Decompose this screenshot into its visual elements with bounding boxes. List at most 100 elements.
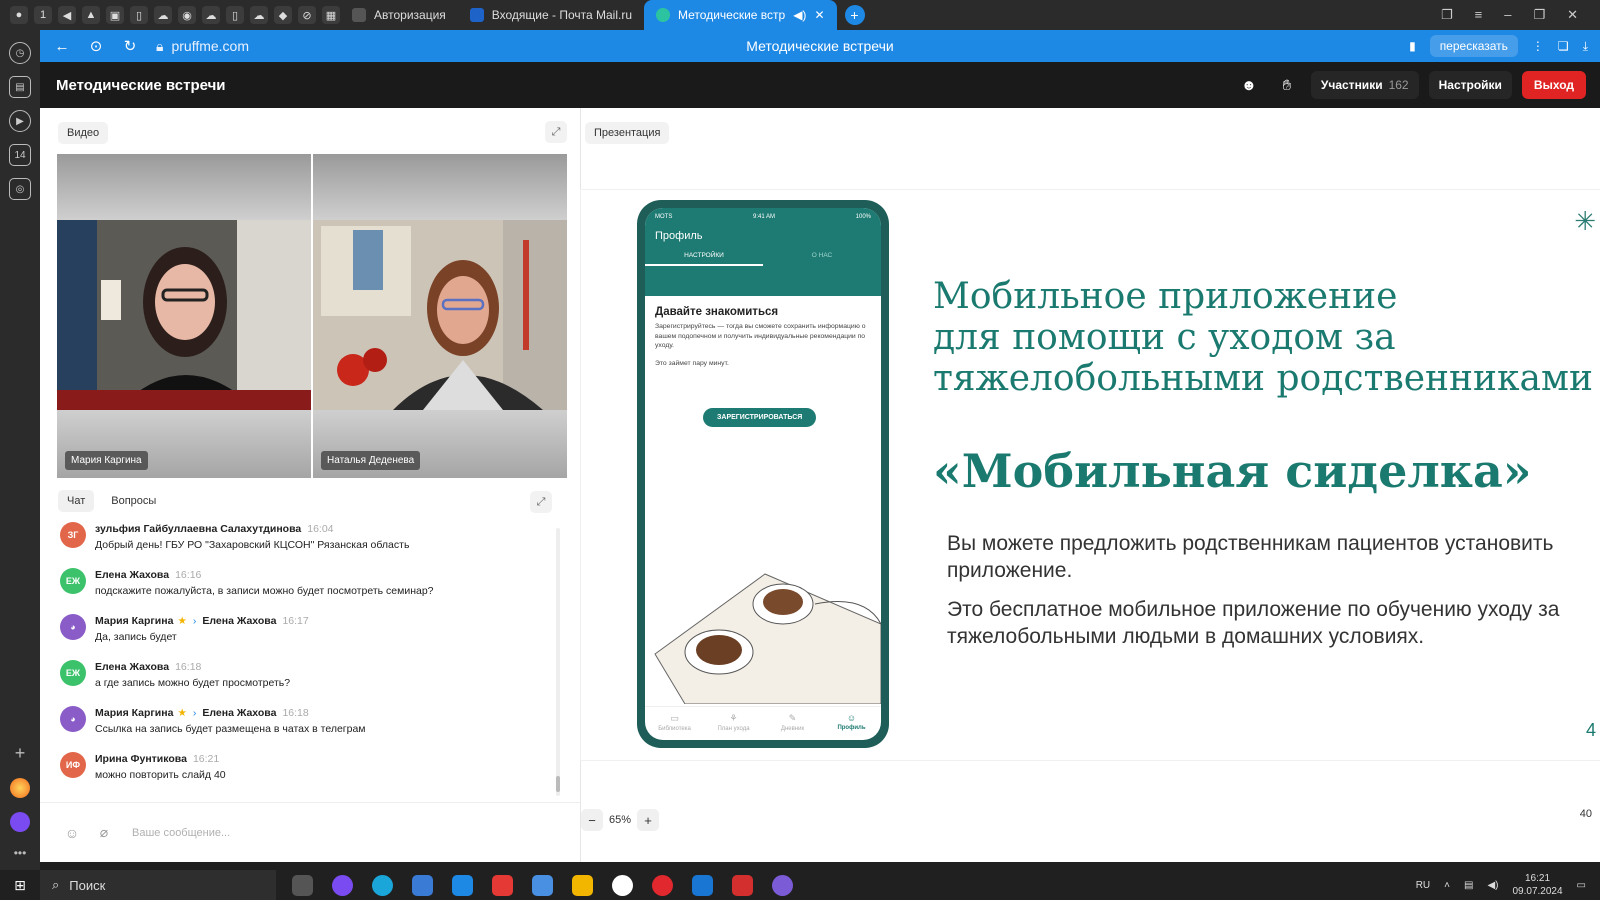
clock-time: 16:21 [1525,873,1551,884]
new-tab-button[interactable]: + [844,5,865,25]
video-tile-maria[interactable]: Мария Каргина [57,154,311,478]
reload-icon[interactable]: ↻ [118,37,142,55]
phone-time: 9:41 AM [752,214,775,220]
back-icon[interactable]: ← [50,38,74,55]
downloads-panel-icon[interactable]: ❏ [1558,39,1569,53]
calendar-icon[interactable]: 14 [9,144,31,166]
scrollbar-thumb[interactable] [556,776,560,792]
bookmarks-icon[interactable]: ❐ [1441,7,1453,23]
store-icon[interactable] [412,874,433,896]
taskbar-clock[interactable]: 16:21 09.07.2024 [1512,872,1562,898]
edge-icon[interactable] [372,874,393,896]
expand-video-icon[interactable]: ⤢ [545,121,567,143]
tab-counter[interactable]: 1 [34,6,52,24]
close-window-icon[interactable]: ✕ [1567,7,1578,23]
link-icon[interactable]: ⊘ [298,6,316,24]
message-author[interactable]: Елена Жахова [95,661,169,673]
phone-carrier: MOTS [655,214,673,220]
message-author[interactable]: зульфия Гайбуллаевна Салахутдинова [95,523,301,535]
message-recipient[interactable]: Елена Жахова [202,707,276,719]
screenshot-icon[interactable]: ◎ [9,178,31,200]
chat-scrollbar[interactable] [556,528,560,796]
cloud-icon[interactable]: ☁ [250,6,268,24]
message-author[interactable]: Ирина Фунтикова [95,753,187,765]
attach-icon[interactable]: ⌀ [94,823,114,843]
download-icon[interactable]: ⤓ [1583,39,1588,54]
sound-icon[interactable]: ◀ [58,6,76,24]
raise-hand-icon[interactable]: ✋︎ [1273,71,1301,99]
cloud-icon[interactable]: ☁ [154,6,172,24]
presentation-slide[interactable]: MOTS 9:41 AM 100% Профиль НАСТРОЙКИ О НА… [581,190,1600,760]
chat-message: ◕ Мария Каргина ★ › Елена Жахова 16:17 Да, з… [60,614,560,660]
play-icon[interactable]: ▶ [9,110,31,132]
bookmark-shortcut-icon[interactable]: ▲ [82,6,100,24]
restore-icon[interactable]: ❐ [1533,7,1545,23]
tab-authorization[interactable]: Авторизация [340,0,458,30]
chat-message: ЗГ зульфия Гайбуллаевна Салахутдинова 16:… [60,522,560,568]
retell-button[interactable]: пересказать [1429,35,1518,57]
menu-icon[interactable]: ≡ [1475,7,1483,23]
settings-button[interactable]: Настройки [1428,71,1512,99]
network-icon[interactable]: ▤ [1464,880,1473,891]
message-recipient[interactable]: Елена Жахова [202,615,276,627]
zoom-in-button[interactable]: + [637,809,660,831]
app-icon[interactable] [692,874,713,896]
message-author[interactable]: Елена Жахова [95,569,169,581]
message-author[interactable]: Мария Каргина [95,615,173,627]
message-time: 16:21 [192,753,220,765]
expand-chat-icon[interactable]: ⤢ [530,491,552,513]
yandex-browser-icon[interactable] [612,874,633,896]
message-input[interactable]: Ваше сообщение... [132,827,230,839]
minimize-icon[interactable]: – [1504,7,1511,23]
zoom-out-button[interactable]: − [581,809,603,831]
viber-icon[interactable] [772,874,793,896]
app-icon[interactable] [10,778,30,798]
video-tile-natalia[interactable]: Наталья Деденева [313,154,567,478]
yandex-icon[interactable] [492,874,513,896]
alice-icon[interactable] [10,812,30,832]
exit-button[interactable]: Выход [1521,71,1586,99]
audio-playing-icon[interactable]: ◀) [793,8,806,22]
task-view-icon[interactable] [292,874,313,896]
volume-icon[interactable]: ◀) [1487,880,1498,891]
more-vertical-icon[interactable]: ⋮ [1532,39,1544,53]
protect-icon[interactable]: ⊙ [84,37,108,55]
tab-meeting[interactable]: Методические встр ◀) ✕ [644,0,837,30]
document-icon[interactable]: ▯ [130,6,148,24]
chevron-up-icon[interactable]: ˄ [1444,880,1450,891]
alice-app-icon[interactable] [332,874,353,896]
file-explorer-icon[interactable] [572,874,593,896]
tab-chat[interactable]: Чат [58,490,95,512]
shield-icon[interactable]: ◉ [178,6,196,24]
browser-sidebar: ◷ ▤ ▶ 14 ◎ + ••• [0,30,40,870]
layers-icon[interactable]: ◆ [274,6,292,24]
close-tab-icon[interactable]: ✕ [814,8,824,22]
emoji-icon[interactable]: ☺ [62,823,82,843]
collections-icon[interactable]: ▤ [9,76,31,98]
language-indicator[interactable]: RU [1416,880,1430,891]
cloud-icon[interactable]: ☁ [202,6,220,24]
document-icon[interactable]: ▯ [226,6,244,24]
add-panel-icon[interactable]: + [15,743,26,764]
participants-button[interactable]: Участники 162 [1310,71,1419,99]
url-field[interactable]: 🔒︎ pruffme.com [156,38,249,55]
mail-app-icon[interactable] [452,874,473,896]
more-icon[interactable]: ••• [14,846,27,860]
bookmark-shortcut-icon[interactable]: ▣ [106,6,124,24]
tab-questions[interactable]: Вопросы [102,490,165,512]
emoji-reaction-icon[interactable]: ☻ [1235,71,1263,99]
phone-nav-item: ☺ Профиль [837,713,866,731]
windows-start-icon[interactable]: ⊞ [0,877,40,894]
bookmark-icon[interactable]: ▮ [1409,39,1416,53]
meeting-main: Видео ⤢ Мария Каргина Наталья Деденева Ч… [40,108,1600,862]
history-icon[interactable]: ◷ [9,42,31,64]
calculator-icon[interactable] [532,874,553,896]
notifications-icon[interactable]: ▭ [1577,880,1586,891]
tab-mail[interactable]: Входящие - Почта Mail.ru [458,0,644,30]
profile-icon[interactable]: ● [10,6,28,24]
message-author[interactable]: Мария Каргина [95,707,173,719]
app-icon[interactable] [732,874,753,896]
taskbar-search[interactable]: ⌕ Поиск [40,870,276,900]
image-icon[interactable]: ▦ [322,6,340,24]
opera-icon[interactable] [652,874,673,896]
